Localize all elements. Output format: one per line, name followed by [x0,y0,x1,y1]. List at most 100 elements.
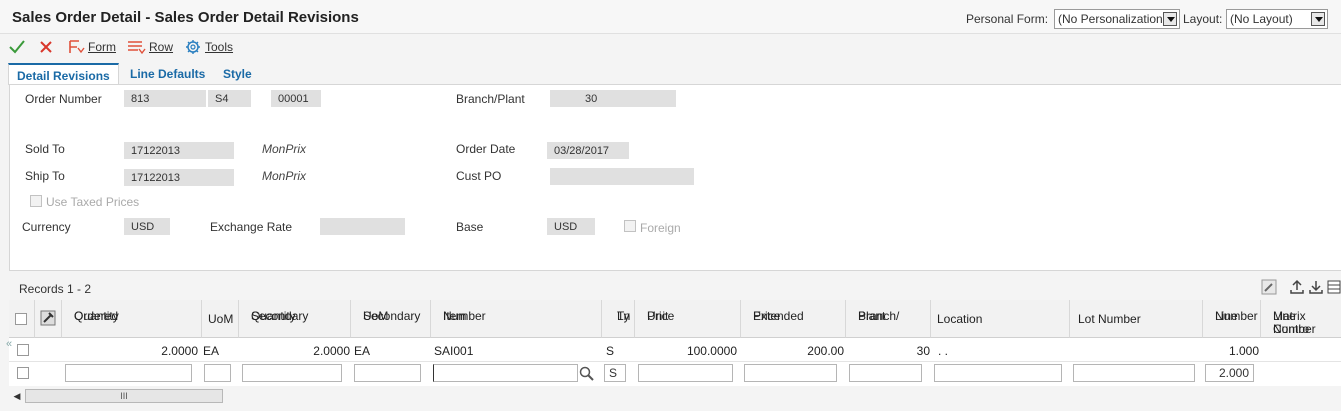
ok-button[interactable] [9,38,25,56]
ship-to-label: Ship To [25,169,65,183]
horizontal-scrollbar-thumb[interactable]: III [25,389,223,403]
new-extended-price-input[interactable] [744,364,837,382]
cust-po-label: Cust PO [456,169,502,183]
col-secondary-quantity[interactable]: Secondary Quantity [239,300,351,338]
order-number-field[interactable]: 813 [124,90,206,107]
new-ln-ty-input[interactable]: S [604,364,626,382]
new-row-select-checkbox[interactable] [17,367,29,379]
form-menu-label: Form [88,40,116,54]
col-unit-price[interactable]: Unit Price [635,300,741,338]
page-title: Sales Order Detail - Sales Order Detail … [12,9,359,26]
col-secondary-uom[interactable]: Secondary UoM [351,300,431,338]
cell-location[interactable]: . . [938,344,948,358]
branch-plant-field[interactable]: 30 [550,90,676,107]
tools-menu-button[interactable]: Tools [185,38,233,56]
col-quantity-ordered[interactable]: Quantity Ordered [62,300,202,338]
cust-po-field[interactable] [550,168,694,185]
export-icon[interactable] [1289,279,1305,295]
cell-item-number[interactable]: SAI001 [434,344,473,358]
select-all-checkbox[interactable] [15,313,27,325]
new-branch-plant-input[interactable] [849,364,922,382]
new-item-number-input[interactable] [433,364,578,382]
sold-to-name: MonPrix [262,142,307,156]
layout-label: Layout: [1183,12,1223,26]
chevron-down-icon[interactable] [1163,12,1177,26]
form-menu-button[interactable]: Form [68,38,116,56]
col-uom[interactable]: UoM [202,300,239,338]
cell-extended-price[interactable]: 200.00 [741,344,844,358]
row-menu-button[interactable]: Row [127,38,173,56]
new-uom-input[interactable] [204,364,231,382]
form-icon [69,40,85,54]
personal-form-select[interactable]: (No Personalization) [1054,9,1180,29]
col-lot-number[interactable]: Lot Number [1070,300,1203,338]
exchange-rate-field[interactable] [320,218,405,235]
cell-ln-ty[interactable]: S [606,344,614,358]
grid-options-icon[interactable] [1327,279,1341,295]
chevron-down-icon[interactable] [1311,12,1325,26]
col-label-line2: Ty [617,309,630,323]
col-item-number[interactable]: Item Number [431,300,602,338]
foreign-checkbox[interactable] [624,220,636,232]
col-label-line2: Number [1215,309,1258,323]
col-matrix-control-line-number[interactable]: Matrix Contro Line Number [1261,300,1341,338]
new-line-number-input[interactable]: 2.000 [1205,364,1254,382]
new-secondary-uom-input[interactable] [354,364,421,382]
use-taxed-prices-label: Use Taxed Prices [46,195,140,209]
sold-to-field[interactable]: 17122013 [124,142,234,159]
currency-field[interactable]: USD [124,218,170,235]
tab-line-defaults[interactable]: Line Defaults [122,63,213,85]
col-extended-price[interactable]: Extended Price [741,300,846,338]
col-label-line2: Line Number [1273,309,1316,336]
cancel-button[interactable] [39,38,53,56]
exchange-rate-label: Exchange Rate [210,220,293,234]
cell-branch-plant[interactable]: 30 [846,344,930,358]
tab-detail-revisions[interactable]: Detail Revisions [8,63,119,85]
x-icon [40,41,52,53]
foreign-label: Foreign [640,221,681,235]
col-label-line2: Price [647,309,675,323]
cell-unit-price[interactable]: 100.0000 [635,344,737,358]
ship-to-name: MonPrix [262,169,307,183]
new-unit-price-input[interactable] [638,364,733,382]
scroll-left-icon[interactable]: ◀ [11,389,23,403]
grid-toolbar [9,276,1341,300]
row-select-checkbox[interactable] [17,344,29,356]
new-secondary-quantity-input[interactable] [242,364,342,382]
row-menu-label: Row [149,40,174,54]
use-taxed-prices-checkbox[interactable] [30,195,42,207]
col-line-number[interactable]: Line Number [1203,300,1261,338]
col-ln-ty[interactable]: Ln Ty [602,300,635,338]
personal-form-value: (No Personalization) [1058,12,1167,26]
col-location[interactable]: Location [931,300,1070,338]
new-quantity-ordered-input[interactable] [65,364,192,382]
gear-icon [186,40,200,54]
col-branch-plant[interactable]: Branch/Plant [846,300,931,338]
wrench-icon[interactable] [40,310,56,326]
search-icon[interactable] [579,366,594,381]
tab-style[interactable]: Style [215,63,260,85]
import-icon[interactable] [1308,279,1324,295]
toolbar: Form Row Tools [0,34,1341,60]
new-location-input[interactable] [934,364,1062,382]
cell-secondary-quantity[interactable]: 2.0000 [239,344,350,358]
row-action-header [35,300,62,338]
col-label-line2: Price [753,309,781,323]
title-bar: Sales Order Detail - Sales Order Detail … [0,0,1341,34]
records-count: Records 1 - 2 [19,282,92,296]
layout-select[interactable]: (No Layout) [1226,9,1328,29]
col-label-line2: Ordered [74,309,119,323]
order-type-field[interactable]: S4 [208,90,251,107]
order-company-field[interactable]: 00001 [271,90,321,107]
ship-to-field[interactable]: 17122013 [124,169,234,186]
edit-icon[interactable] [1261,279,1277,295]
collapse-panel-icon[interactable]: « [6,338,12,350]
cell-secondary-uom[interactable]: EA [354,344,370,358]
base-currency-field[interactable]: USD [547,218,595,235]
col-label-line2: UoM [363,309,389,323]
cell-quantity-ordered[interactable]: 2.0000 [62,344,198,358]
cell-line-number[interactable]: 1.000 [1203,344,1259,358]
new-lot-number-input[interactable] [1073,364,1195,382]
cell-uom[interactable]: EA [203,344,219,358]
order-date-field[interactable]: 03/28/2017 [547,142,629,159]
